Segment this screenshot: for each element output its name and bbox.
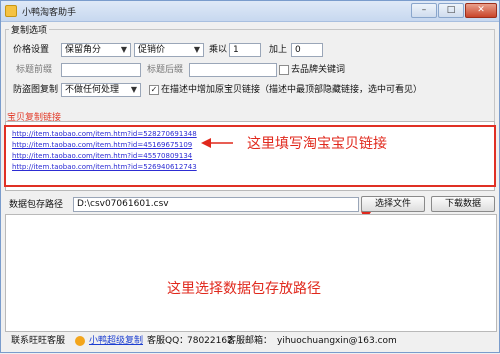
wangwang-icon[interactable] (75, 336, 85, 346)
log-textarea[interactable] (5, 214, 497, 332)
app-window: 小鸭淘客助手 – □ ✕ 复制选项 价格设置 保留角分 ▼ 促销价 ▼ 乘以 1… (0, 0, 500, 353)
advanced-copy-link[interactable]: 小鸭超级复制 (89, 335, 143, 347)
qq-value: 78022162 (187, 336, 233, 346)
links-annotation: 这里填写淘宝宝贝链接 (247, 136, 387, 152)
path-input[interactable]: D:\csv07061601.csv (73, 197, 359, 212)
path-label: 数据包存路径 (9, 200, 64, 210)
select-file-button[interactable]: 选择文件 (361, 196, 425, 212)
email-label: 客服邮箱： (227, 336, 273, 346)
path-annotation: 这里选择数据包存放路径 (167, 281, 321, 297)
contact-label: 联系旺旺客服 (11, 336, 66, 346)
email-value: yihuochuangxin@163.com (277, 336, 397, 346)
qq-label: 客服QQ： (147, 336, 189, 346)
download-data-button[interactable]: 下载数据 (431, 196, 495, 212)
links-arrow-icon (201, 138, 233, 148)
